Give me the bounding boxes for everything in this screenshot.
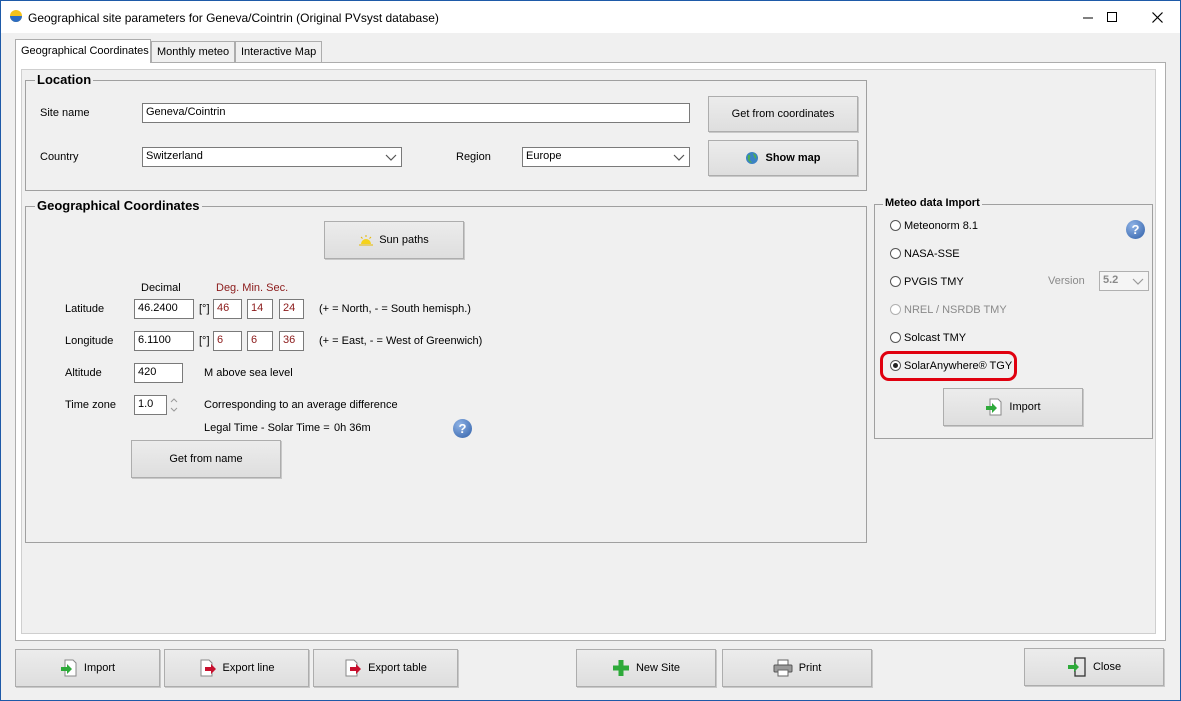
version-value: 5.2 (1103, 274, 1119, 286)
version-label: Version (1048, 275, 1085, 287)
close-icon (1151, 11, 1163, 23)
window-title: Geographical site parameters for Geneva/… (28, 11, 439, 25)
chevron-down-icon (385, 154, 397, 161)
altitude-label: Altitude (65, 367, 102, 379)
radio-solaranywhere-tgy[interactable] (890, 360, 901, 371)
altitude-input[interactable]: 420 (134, 363, 183, 383)
meteonorm-label[interactable]: Meteonorm 8.1 (904, 220, 978, 232)
plus-icon (612, 660, 629, 676)
longitude-label: Longitude (65, 335, 114, 347)
latitude-sec-input[interactable]: 24 (279, 299, 304, 319)
sun-icon (359, 235, 374, 246)
site-name-label: Site name (40, 107, 90, 119)
get-from-coordinates-button[interactable]: Get from coordinates (708, 96, 858, 132)
maximize-button[interactable] (1089, 1, 1135, 33)
latitude-min-input[interactable]: 14 (247, 299, 273, 319)
export-table-label: Export table (368, 662, 427, 674)
printer-icon (773, 659, 793, 677)
latitude-deg-input[interactable]: 46 (213, 299, 242, 319)
legal-solar-label: Legal Time - Solar Time = (204, 422, 330, 434)
radio-nrel-nsrdb (890, 304, 901, 315)
window: Geographical site parameters for Geneva/… (0, 0, 1181, 701)
nasa-sse-label[interactable]: NASA-SSE (904, 248, 960, 260)
region-label: Region (456, 151, 491, 163)
longitude-decimal-input[interactable]: 6.1100 (134, 331, 194, 351)
pvgis-tmy-label[interactable]: PVGIS TMY (904, 276, 964, 288)
latitude-decimal-input[interactable]: 46.2400 (134, 299, 194, 319)
sun-paths-label: Sun paths (379, 234, 429, 246)
globe-icon (746, 152, 759, 164)
chevron-down-icon (673, 154, 685, 161)
footer-import-button[interactable]: Import (15, 649, 160, 687)
meteo-import-title: Meteo data Import (883, 197, 982, 209)
timezone-hint: Corresponding to an average difference (204, 399, 398, 411)
longitude-min-input[interactable]: 6 (247, 331, 273, 351)
version-select[interactable]: 5.2 (1099, 271, 1149, 291)
close-window-button[interactable] (1134, 1, 1180, 33)
region-value: Europe (526, 150, 562, 162)
geo-coords-group-title: Geographical Coordinates (35, 198, 202, 213)
get-from-name-button[interactable]: Get from name (131, 440, 281, 478)
tab-monthly-meteo[interactable]: Monthly meteo (151, 41, 235, 63)
export-icon (200, 659, 216, 677)
radio-solcast-tmy[interactable] (890, 332, 901, 343)
country-label: Country (40, 151, 79, 163)
country-value: Switzerland (146, 150, 203, 162)
import-icon (986, 398, 1002, 416)
radio-nasa-sse[interactable] (890, 248, 901, 259)
meteo-import-label: Import (1009, 401, 1041, 413)
latitude-unit: [°] (199, 303, 210, 315)
maximize-icon (1106, 11, 1117, 22)
region-select[interactable]: Europe (522, 147, 690, 167)
radio-pvgis-tmy[interactable] (890, 276, 901, 287)
tab-geographical-coordinates[interactable]: Geographical Coordinates (15, 39, 151, 63)
latitude-hint: (+ = North, - = South hemisph.) (319, 303, 471, 315)
meteo-import-button[interactable]: Import (943, 388, 1083, 426)
timezone-label: Time zone (65, 399, 116, 411)
radio-meteonorm[interactable] (890, 220, 901, 231)
footer-import-label: Import (83, 662, 116, 674)
timezone-input[interactable]: 1.0 (134, 395, 167, 415)
new-site-label: New Site (635, 662, 681, 674)
close-label: Close (1092, 661, 1122, 673)
close-button[interactable]: Close (1024, 648, 1164, 686)
print-label: Print (798, 662, 822, 674)
site-name-input[interactable]: Geneva/Cointrin (142, 103, 690, 123)
help-icon[interactable]: ? (453, 419, 472, 438)
import-icon (60, 659, 77, 677)
show-map-button[interactable]: Show map (708, 140, 858, 176)
solaranywhere-tgy-label[interactable]: SolarAnywhere® TGY (904, 360, 1012, 372)
dms-header: Deg. Min. Sec. (216, 282, 289, 294)
help-icon[interactable]: ? (1126, 220, 1145, 239)
longitude-hint: (+ = East, - = West of Greenwich) (319, 335, 483, 347)
longitude-sec-input[interactable]: 36 (279, 331, 304, 351)
title-bar[interactable]: Geographical site parameters for Geneva/… (1, 1, 1180, 33)
longitude-unit: [°] (199, 335, 210, 347)
timezone-spinner[interactable] (168, 395, 180, 415)
get-from-coordinates-label: Get from coordinates (731, 108, 835, 120)
chevron-down-icon (1132, 278, 1144, 285)
export-icon (345, 659, 362, 677)
get-from-name-label: Get from name (169, 453, 243, 465)
new-site-button[interactable]: New Site (576, 649, 716, 687)
export-table-button[interactable]: Export table (313, 649, 458, 687)
sun-paths-button[interactable]: Sun paths (324, 221, 464, 259)
legal-solar-value: 0h 36m (334, 422, 371, 434)
latitude-label: Latitude (65, 303, 105, 315)
altitude-unit: M above sea level (204, 367, 293, 379)
print-button[interactable]: Print (722, 649, 872, 687)
exit-door-icon (1067, 657, 1086, 677)
decimal-header: Decimal (141, 282, 181, 294)
export-line-label: Export line (222, 662, 275, 674)
location-group-title: Location (35, 72, 94, 87)
nrel-nsrdb-label: NREL / NSRDB TMY (904, 304, 1007, 316)
pvsyst-app-icon (10, 10, 22, 22)
tab-interactive-map[interactable]: Interactive Map (235, 41, 322, 63)
solcast-tmy-label[interactable]: Solcast TMY (904, 332, 966, 344)
longitude-deg-input[interactable]: 6 (213, 331, 242, 351)
export-line-button[interactable]: Export line (164, 649, 309, 687)
show-map-label: Show map (765, 152, 821, 164)
country-select[interactable]: Switzerland (142, 147, 402, 167)
